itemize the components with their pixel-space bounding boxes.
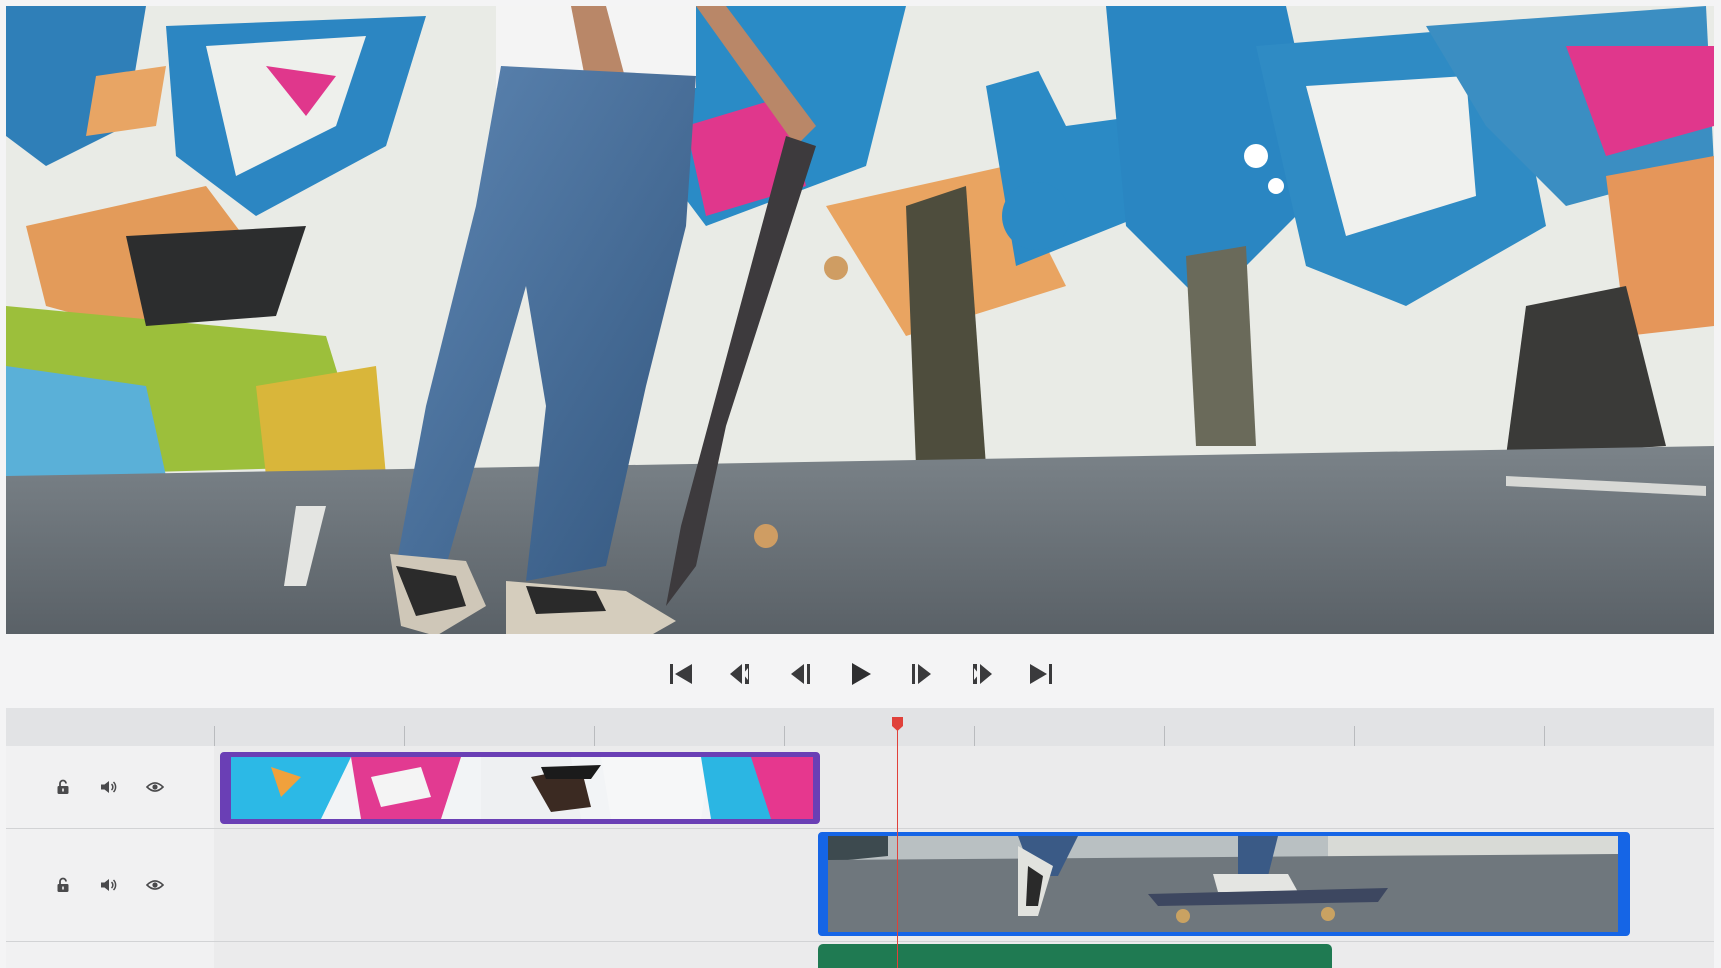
track-1-visibility-button[interactable] [144, 776, 166, 798]
step-forward-button[interactable] [906, 659, 936, 689]
step-forward-icon [911, 664, 931, 684]
track-2-visibility-button[interactable] [144, 874, 166, 896]
track-2-lock-button[interactable] [52, 874, 74, 896]
preview-frame-image [6, 6, 1714, 634]
lock-icon [57, 779, 69, 794]
step-back-icon [790, 664, 810, 684]
skateboard-clip[interactable] [818, 832, 1630, 936]
ruler-tick [1544, 726, 1545, 746]
fast-forward-icon [972, 664, 992, 684]
transport-controls [0, 640, 1721, 708]
play-icon [851, 663, 871, 685]
track-1-lock-button[interactable] [52, 776, 74, 798]
video-preview[interactable] [6, 6, 1714, 634]
audio-clip[interactable] [818, 944, 1332, 968]
eye-icon [146, 782, 164, 792]
track-3-header [6, 942, 214, 968]
lock-icon [57, 877, 69, 892]
graffiti-portrait-clip[interactable] [220, 752, 820, 824]
ruler-tick [404, 726, 405, 746]
track-1-header [6, 746, 214, 828]
ruler-tick [594, 726, 595, 746]
ruler-tick [1164, 726, 1165, 746]
skip-end-icon [1029, 664, 1052, 684]
skip-to-end-button[interactable] [1026, 659, 1056, 689]
ruler-tick [974, 726, 975, 746]
next-marker-button[interactable] [966, 659, 996, 689]
ruler-tick [1354, 726, 1355, 746]
timeline[interactable] [6, 708, 1714, 968]
clip-thumbnail [828, 836, 1618, 932]
previous-marker-button[interactable] [726, 659, 756, 689]
skip-to-start-button[interactable] [666, 659, 696, 689]
step-back-button[interactable] [786, 659, 816, 689]
skip-start-icon [669, 664, 692, 684]
play-button[interactable] [846, 659, 876, 689]
ruler-tick [784, 726, 785, 746]
track-2-volume-button[interactable] [98, 874, 120, 896]
clip-thumbnail [231, 757, 813, 819]
ruler-tick [214, 726, 215, 746]
volume-icon [101, 879, 117, 891]
rewind-icon [729, 664, 749, 684]
playhead-handle[interactable] [891, 716, 904, 732]
eye-icon [146, 880, 164, 890]
volume-icon [101, 781, 117, 793]
track-2-header [6, 829, 214, 941]
track-1-volume-button[interactable] [98, 776, 120, 798]
time-ruler[interactable] [6, 708, 1714, 747]
